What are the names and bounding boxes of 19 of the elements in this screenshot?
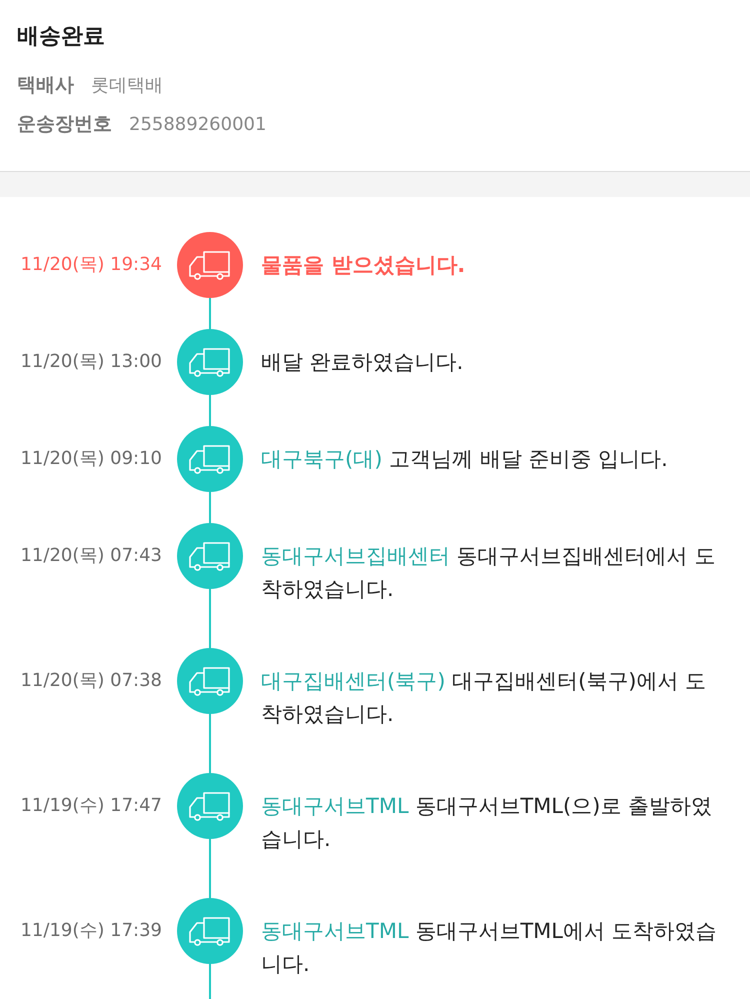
event-time: 11/19(수) 17:39 [19, 919, 162, 943]
event-time: 11/20(목) 09:10 [19, 447, 162, 471]
event-time: 11/19(수) 17:47 [19, 794, 162, 818]
event-time: 11/20(목) 07:43 [19, 544, 162, 568]
event-time: 11/20(목) 19:34 [19, 253, 162, 277]
event-message: 물품을 받으셨습니다. [261, 252, 466, 279]
event-time: 11/20(목) 07:38 [19, 669, 162, 693]
event-message: 대구북구(대) 고객님께 배달 준비중 입니다. [261, 446, 669, 473]
event-message: 동대구서브TML 동대구서브TML에서 도착하였습니다. [261, 918, 718, 978]
field-value: 255889260001 [129, 113, 266, 137]
event-message: 동대구서브집배센터 동대구서브집배센터에서 도착하였습니다. [261, 543, 716, 603]
event-time: 11/20(목) 13:00 [19, 350, 162, 374]
event-message: 동대구서브TML 동대구서브TML(으)로 출발하였습니다. [261, 793, 714, 853]
event-message: 배달 완료하였습니다. [261, 349, 464, 376]
field-label: 택배사 [17, 73, 74, 98]
field-value: 롯데택배 [91, 74, 163, 98]
event-message: 대구집배센터(북구) 대구집배센터(북구)에서 도착하였습니다. [261, 668, 708, 728]
page-title: 배송완료 [17, 23, 106, 51]
field-label: 운송장번호 [17, 112, 112, 137]
